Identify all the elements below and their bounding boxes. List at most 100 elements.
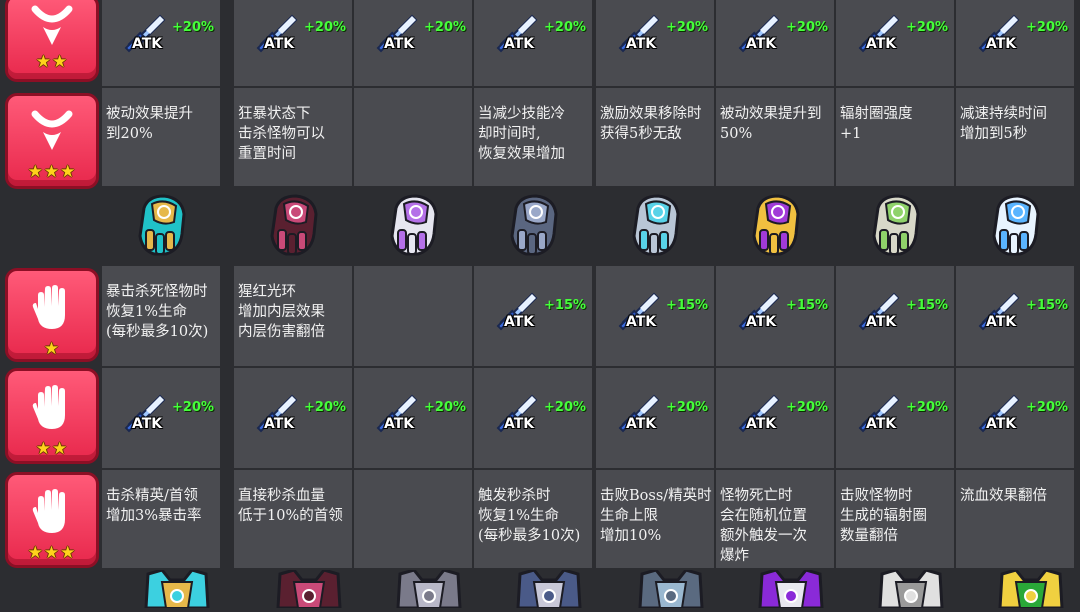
- necklace-icon: [31, 5, 73, 45]
- necklace-tier2-cell: ATK +20%: [956, 0, 1074, 86]
- glove-tier3-row: ★★★ 击杀精英/首领 增加3%暴击率 直接秒杀血量 低于10%的首领 触发秒杀时 …: [0, 470, 1080, 568]
- emerald-armor-icon[interactable]: [876, 568, 946, 612]
- glove-tier1-stars: ★: [43, 339, 61, 359]
- glove-tier2-badge[interactable]: ★★: [5, 368, 99, 464]
- glove-tier2-cell: ATK +20%: [956, 368, 1074, 468]
- emerald-gauntlet-icon[interactable]: [864, 190, 928, 264]
- atk-bonus: ATK +20%: [474, 0, 592, 86]
- atk-label: ATK: [986, 416, 1017, 432]
- glove-tier3-cell: 击杀精英/首领 增加3%暴击率: [102, 470, 220, 568]
- atk-label: ATK: [866, 416, 897, 432]
- atk-bonus-value: +20%: [786, 400, 829, 415]
- necklace-tier2-cell: ATK +20%: [234, 0, 352, 86]
- glove-tier2-stars: ★★: [35, 439, 69, 459]
- necklace-tier2-cell: ATK +20%: [836, 0, 954, 86]
- necklace-tier3-cell: 当减少技能冷 却时间时, 恢复效果增加: [474, 88, 592, 186]
- atk-bonus-value: +20%: [172, 400, 215, 415]
- effect-text: 当减少技能冷 却时间时, 恢复效果增加: [478, 106, 565, 162]
- glove-tier1-badge[interactable]: ★: [5, 268, 99, 362]
- glove-icon: [32, 385, 65, 429]
- atk-label: ATK: [626, 416, 657, 432]
- violet-gauntlet-icon[interactable]: [382, 190, 446, 264]
- purple-gold-gauntlet-icon[interactable]: [744, 190, 808, 264]
- effect-text: 猩红光环 增加内层效果 内层伤害翻倍: [238, 284, 325, 340]
- effect-text: 暴击杀死怪物时 恢复1%生命 (每秒最多10次): [106, 284, 209, 340]
- atk-bonus-value: +20%: [666, 20, 709, 35]
- atk-bonus: ATK +15%: [474, 266, 592, 366]
- atk-bonus-value: +20%: [906, 400, 949, 415]
- gauntlet-images-row: [0, 188, 1080, 264]
- necklace-tier2-cell: ATK +20%: [354, 0, 472, 86]
- atk-bonus-value: +20%: [424, 400, 467, 415]
- atk-label: ATK: [866, 314, 897, 330]
- glove-tier3-cell: 直接秒杀血量 低于10%的首领: [234, 470, 352, 568]
- atk-bonus-value: +20%: [424, 20, 467, 35]
- atk-bonus: ATK +20%: [354, 0, 472, 86]
- necklace-tier2-badge[interactable]: ★★: [5, 0, 99, 82]
- glove-tier1-cell: 暴击杀死怪物时 恢复1%生命 (每秒最多10次): [102, 266, 220, 366]
- glove-tier2-cell: ATK +20%: [474, 368, 592, 468]
- necklace-tier3-row: ★★★ 被动效果提升 到20% 狂暴状态下 击杀怪物可以 重置时间 当减少技能冷 却…: [0, 88, 1080, 189]
- necklace-tier3-cell: 激励效果移除时 获得5秒无敌: [596, 88, 714, 186]
- necklace-tier3-cell: [354, 88, 472, 186]
- gold-gauntlet-icon[interactable]: [130, 190, 194, 264]
- glove-tier3-cell: [354, 470, 472, 568]
- atk-bonus-value: +15%: [666, 298, 709, 313]
- effect-text: 击杀精英/首领 增加3%暴击率: [106, 488, 202, 524]
- atk-label: ATK: [504, 416, 535, 432]
- atk-bonus-value: +20%: [786, 20, 829, 35]
- effect-text: 减速持续时间 增加到5秒: [960, 106, 1047, 142]
- glove-tier3-cell: 怪物死亡时 会在随机位置 额外触发一次 爆炸: [716, 470, 834, 568]
- crimson-gauntlet-icon[interactable]: [262, 190, 326, 264]
- necklace-tier2-cell: ATK +20%: [102, 0, 220, 86]
- atk-bonus: ATK +15%: [596, 266, 714, 366]
- atk-bonus-value: +15%: [1026, 298, 1069, 313]
- atk-label: ATK: [746, 36, 777, 52]
- atk-bonus-value: +20%: [906, 20, 949, 35]
- atk-label: ATK: [626, 314, 657, 330]
- effect-text: 被动效果提升到 50%: [720, 106, 822, 142]
- effect-text: 流血效果翻倍: [960, 488, 1047, 504]
- atk-bonus-value: +20%: [1026, 400, 1069, 415]
- necklace-tier2-stars: ★★: [35, 52, 69, 72]
- steel-armor-icon[interactable]: [514, 568, 584, 612]
- atk-bonus-value: +15%: [906, 298, 949, 313]
- necklace-tier2-cell: ATK +20%: [716, 0, 834, 86]
- glove-tier2-cell: ATK +20%: [596, 368, 714, 468]
- necklace-tier3-cell: 被动效果提升到 50%: [716, 88, 834, 186]
- atk-label: ATK: [626, 36, 657, 52]
- cyan-armor-icon[interactable]: [636, 568, 706, 612]
- glove-tier3-cell: 触发秒杀时 恢复1%生命 (每秒最多10次): [474, 470, 592, 568]
- atk-bonus: ATK +20%: [102, 368, 220, 468]
- atk-label: ATK: [132, 416, 163, 432]
- necklace-tier3-cell: 辐射圈强度 +1: [836, 88, 954, 186]
- glove-tier1-cell: ATK +15%: [956, 266, 1074, 366]
- glove-tier3-cell: 击败Boss/精英时 生命上限 增加10%: [596, 470, 714, 568]
- green-armor-icon[interactable]: [996, 568, 1066, 612]
- effect-text: 激励效果移除时 获得5秒无敌: [600, 106, 702, 142]
- atk-bonus-value: +20%: [304, 400, 347, 415]
- crimson-armor-icon[interactable]: [274, 568, 344, 612]
- atk-bonus: ATK +15%: [836, 266, 954, 366]
- armor-images-row: [0, 568, 1080, 610]
- glove-tier3-badge[interactable]: ★★★: [5, 472, 99, 568]
- frost-gauntlet-icon[interactable]: [984, 190, 1048, 264]
- effect-text: 击败Boss/精英时 生命上限 增加10%: [600, 488, 712, 544]
- glove-icon: [32, 285, 65, 329]
- silver-armor-icon[interactable]: [394, 568, 464, 612]
- atk-bonus: ATK +20%: [836, 368, 954, 468]
- atk-bonus: ATK +20%: [836, 0, 954, 86]
- glove-tier1-cell: ATK +15%: [596, 266, 714, 366]
- atk-label: ATK: [746, 314, 777, 330]
- atk-label: ATK: [986, 314, 1017, 330]
- steel-gauntlet-icon[interactable]: [502, 190, 566, 264]
- purple-armor-icon[interactable]: [756, 568, 826, 612]
- glove-tier1-cell: ATK +15%: [474, 266, 592, 366]
- necklace-icon: [31, 110, 73, 150]
- atk-bonus-value: +15%: [786, 298, 829, 313]
- gold-armor-icon[interactable]: [142, 568, 212, 612]
- effect-text: 怪物死亡时 会在随机位置 额外触发一次 爆炸: [720, 488, 807, 564]
- necklace-tier3-badge[interactable]: ★★★: [5, 93, 99, 189]
- cyan-gauntlet-icon[interactable]: [624, 190, 688, 264]
- necklace-tier3-stars: ★★★: [27, 162, 77, 182]
